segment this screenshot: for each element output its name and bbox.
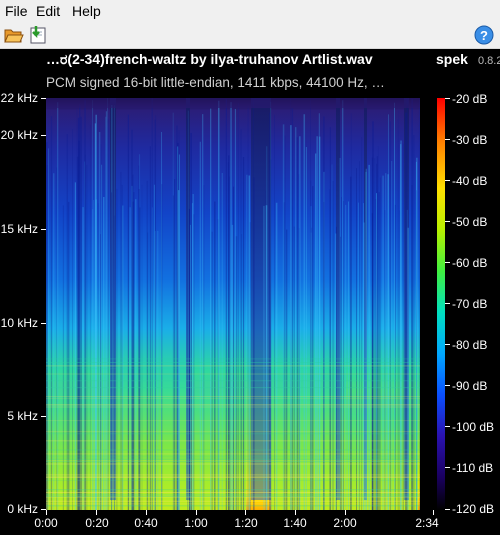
menu-help[interactable]: Help [72,3,101,19]
spectrogram-hf-cap [46,98,420,108]
db-tick [445,139,450,140]
freq-label-22: 22 kHz [0,91,38,105]
freq-label-15: 15 kHz [0,222,38,236]
time-label-0-00: 0:00 [34,516,58,530]
menu-bar: File Edit Help [0,0,500,22]
db-tick [445,509,450,510]
file-title-bar: …ರ(2-34)french-waltz by ilya-truhanov Ar… [0,49,500,71]
db-tick [445,180,450,181]
time-label-1-20: 1:20 [234,516,258,530]
time-label-1-00: 1:00 [184,516,208,530]
db-tick [445,262,450,263]
db-label-60: -60 dB [452,256,488,270]
help-icon[interactable]: ? [474,25,494,45]
freq-label-20: 20 kHz [0,128,38,142]
db-label-40: -40 dB [452,174,488,188]
db-label-90: -90 dB [452,379,488,393]
freq-label-10: 10 kHz [0,316,38,330]
db-colorbar [437,98,445,510]
time-tick [146,510,147,515]
db-tick [445,344,450,345]
audio-info: PCM signed 16-bit little-endian, 1411 kb… [46,75,385,90]
db-tick [445,467,450,468]
time-label-0-40: 0:40 [134,516,158,530]
time-label-2-34: 2:34 [415,516,439,530]
db-label-70: -70 dB [452,297,488,311]
db-label-120: -120 dB [452,502,495,516]
spectrogram-energy [116,254,186,510]
time-label-0-20: 0:20 [85,516,109,530]
save-icon[interactable] [28,25,48,45]
time-label-1-40: 1:40 [283,516,307,530]
freq-label-5: 5 kHz [7,409,38,423]
app-version: 0.8.2 [478,55,500,67]
file-title: …ರ(2-34)french-waltz by ilya-truhanov Ar… [46,51,373,67]
freq-label-0: 0 kHz [7,502,38,516]
spectrogram-gap [110,98,116,500]
db-tick [445,426,450,427]
spectrogram-end-silence [420,98,434,510]
menu-edit[interactable]: Edit [36,3,60,19]
db-label-80: -80 dB [452,338,488,352]
spectrogram [46,98,434,510]
menu-file[interactable]: File [5,3,28,19]
svg-text:?: ? [480,28,488,43]
db-label-20: -20 dB [452,92,488,106]
db-tick [445,221,450,222]
time-tick [96,510,97,515]
time-label-2-00: 2:00 [333,516,357,530]
time-tick [245,510,246,515]
app-name: spek [436,51,468,67]
time-tick [345,510,346,515]
time-tick [433,510,434,515]
db-tick [445,303,450,304]
folder-open-icon[interactable] [4,25,24,45]
db-label-50: -50 dB [452,215,488,229]
db-label-110: -110 dB [452,461,494,475]
db-tick [445,385,450,386]
time-tick [196,510,197,515]
time-tick [295,510,296,515]
db-label-100: -100 dB [452,420,495,434]
db-tick [445,98,450,99]
toolbar: ? [0,22,500,49]
db-label-30: -30 dB [452,133,488,147]
time-tick [46,510,47,515]
